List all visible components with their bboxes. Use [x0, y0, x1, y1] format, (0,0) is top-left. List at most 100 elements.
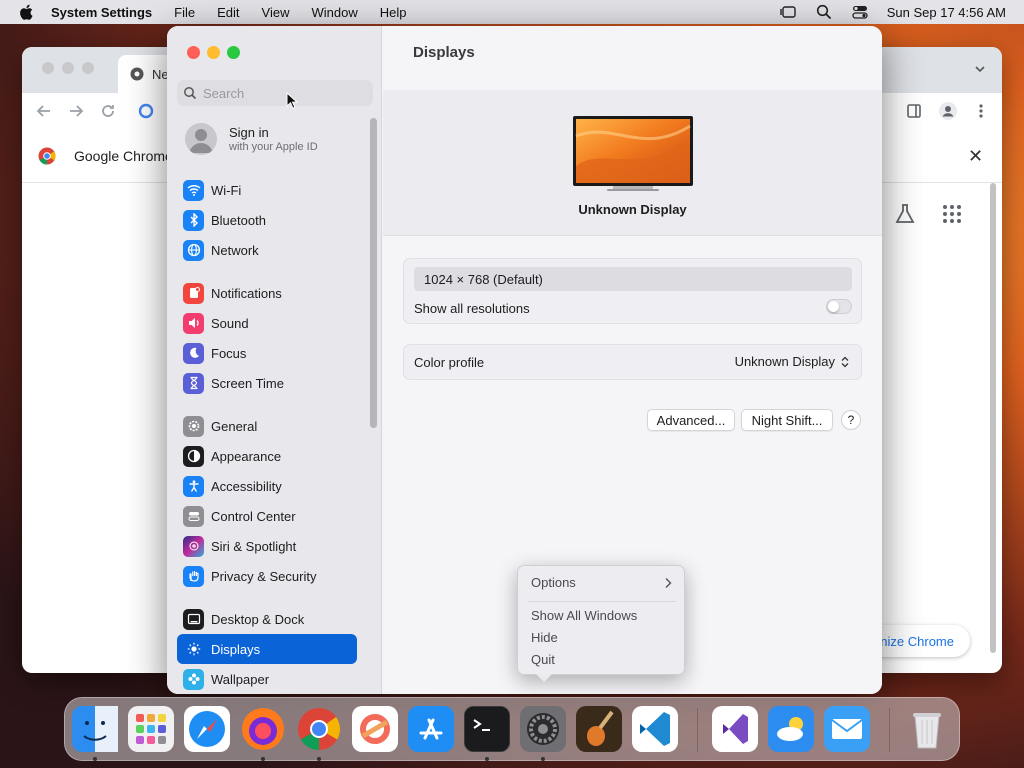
garageband-app[interactable]	[576, 706, 622, 752]
finder-app[interactable]	[72, 706, 118, 752]
forward-arrow-icon[interactable]	[68, 103, 84, 119]
monitor-icon[interactable]	[573, 116, 693, 192]
app-store-app[interactable]	[408, 706, 454, 752]
sidebar-item-focus[interactable]: Focus	[177, 338, 357, 368]
menu-view[interactable]: View	[262, 5, 290, 20]
visual-studio-app[interactable]	[712, 706, 758, 752]
color-profile-value: Unknown Display	[734, 354, 835, 369]
profile-icon[interactable]	[938, 101, 958, 121]
menu-bar-clock[interactable]: Sun Sep 17 4:56 AM	[887, 5, 1006, 20]
sidebar-item-label: Accessibility	[211, 478, 282, 494]
sidebar-item-privacy-security[interactable]: Privacy & Security	[177, 561, 357, 591]
minimize-window-button[interactable]	[207, 46, 220, 59]
mouse-cursor-icon	[286, 92, 298, 110]
vscode-app[interactable]	[632, 706, 678, 752]
color-profile-label: Color profile	[414, 355, 485, 370]
chrome-tab-favicon-icon	[130, 67, 144, 81]
weather-app[interactable]	[768, 706, 814, 752]
launchpad-app[interactable]	[128, 706, 174, 752]
chrome-app[interactable]	[296, 706, 342, 752]
dock-separator	[697, 708, 698, 752]
advanced-button[interactable]: Advanced...	[647, 409, 735, 431]
menu-window[interactable]: Window	[311, 5, 357, 20]
appearance-icon	[183, 445, 204, 467]
sidebar-item-wifi[interactable]: Wi-Fi	[177, 175, 357, 205]
arc-app[interactable]	[352, 706, 398, 752]
night-shift-button[interactable]: Night Shift...	[741, 409, 833, 431]
sidebar-item-sound[interactable]: Sound	[177, 308, 357, 338]
zoom-window-button[interactable]	[227, 46, 240, 59]
sidebar-item-label: Focus	[211, 345, 247, 361]
terminal-app[interactable]	[464, 706, 510, 752]
avatar	[185, 123, 217, 155]
app-name-menu[interactable]: System Settings	[51, 5, 152, 20]
sidebar-scrollbar[interactable]	[370, 118, 377, 428]
spotlight-search-icon[interactable]	[815, 3, 833, 21]
page-title: Displays	[413, 44, 475, 61]
chrome-tab-search-icon[interactable]	[974, 63, 986, 75]
context-menu-hide[interactable]: Hide	[531, 630, 558, 645]
sidebar-item-bluetooth[interactable]: Bluetooth	[177, 205, 357, 235]
menu-edit[interactable]: Edit	[217, 5, 239, 20]
help-button[interactable]: ?	[841, 410, 861, 430]
sidebar-item-accessibility[interactable]: Accessibility	[177, 471, 357, 501]
menu-file[interactable]: File	[174, 5, 195, 20]
back-arrow-icon[interactable]	[36, 103, 52, 119]
apple-menu-icon[interactable]	[17, 2, 37, 22]
chrome-zoom-button[interactable]	[82, 62, 94, 74]
side-panel-icon[interactable]	[906, 103, 922, 119]
more-vertical-icon[interactable]	[978, 103, 984, 119]
firefox-app[interactable]	[240, 706, 286, 752]
sidebar-item-siri-spotlight[interactable]: Siri & Spotlight	[177, 531, 357, 561]
context-menu-quit[interactable]: Quit	[531, 652, 555, 667]
system-settings-app[interactable]	[520, 706, 566, 752]
running-indicator	[93, 757, 97, 761]
safari-app[interactable]	[184, 706, 230, 752]
chrome-close-button[interactable]	[42, 62, 54, 74]
running-indicator	[317, 757, 321, 761]
sidebar-search[interactable]	[177, 80, 373, 106]
updown-chevron-icon	[841, 356, 849, 368]
apps-grid-icon[interactable]	[942, 204, 962, 224]
color-profile-popup[interactable]: Unknown Display	[735, 354, 849, 369]
context-menu-options[interactable]: Options	[531, 575, 576, 590]
bluetooth-icon	[183, 209, 204, 231]
sun-icon	[183, 638, 204, 660]
chrome-scrollbar[interactable]	[990, 183, 996, 653]
trash-app[interactable]	[904, 706, 950, 752]
search-input[interactable]	[203, 85, 363, 101]
chrome-minimize-button[interactable]	[62, 62, 74, 74]
sidebar-item-appearance[interactable]: Appearance	[177, 441, 357, 471]
sidebar-item-displays[interactable]: Displays	[177, 634, 357, 664]
apple-id-signin[interactable]: Sign in with your Apple ID	[185, 122, 365, 156]
labs-flask-icon[interactable]	[894, 203, 916, 225]
gear-icon	[183, 415, 204, 437]
sidebar-item-wallpaper[interactable]: Wallpaper	[177, 664, 357, 694]
running-indicator	[261, 757, 265, 761]
close-window-button[interactable]	[187, 46, 200, 59]
menu-help[interactable]: Help	[380, 5, 407, 20]
dock-separator	[889, 708, 890, 752]
resolution-option-selected[interactable]: 1024 × 768 (Default)	[414, 267, 852, 291]
control-center-icon	[183, 505, 204, 527]
speaker-icon	[183, 312, 204, 334]
sidebar-item-notifications[interactable]: Notifications	[177, 278, 357, 308]
sidebar-item-screen-time[interactable]: Screen Time	[177, 368, 357, 398]
infobar-close-icon[interactable]: ✕	[968, 146, 983, 167]
show-all-resolutions-label: Show all resolutions	[414, 301, 530, 316]
context-menu-show-all-windows[interactable]: Show All Windows	[531, 608, 637, 623]
flower-icon	[183, 668, 204, 690]
reload-icon[interactable]	[100, 103, 116, 119]
stage-manager-icon[interactable]	[779, 3, 797, 21]
menu-divider	[528, 601, 676, 602]
sidebar-item-control-center[interactable]: Control Center	[177, 501, 357, 531]
mail-app[interactable]	[824, 706, 870, 752]
dock	[64, 697, 960, 761]
sidebar-item-network[interactable]: Network	[177, 235, 357, 265]
sidebar-item-general[interactable]: General	[177, 411, 357, 441]
running-indicator	[485, 757, 489, 761]
signin-subtitle: with your Apple ID	[229, 141, 318, 153]
show-all-resolutions-toggle[interactable]	[826, 299, 852, 314]
control-center-menu-icon[interactable]	[851, 3, 869, 21]
sidebar-item-desktop-dock[interactable]: Desktop & Dock	[177, 604, 357, 634]
